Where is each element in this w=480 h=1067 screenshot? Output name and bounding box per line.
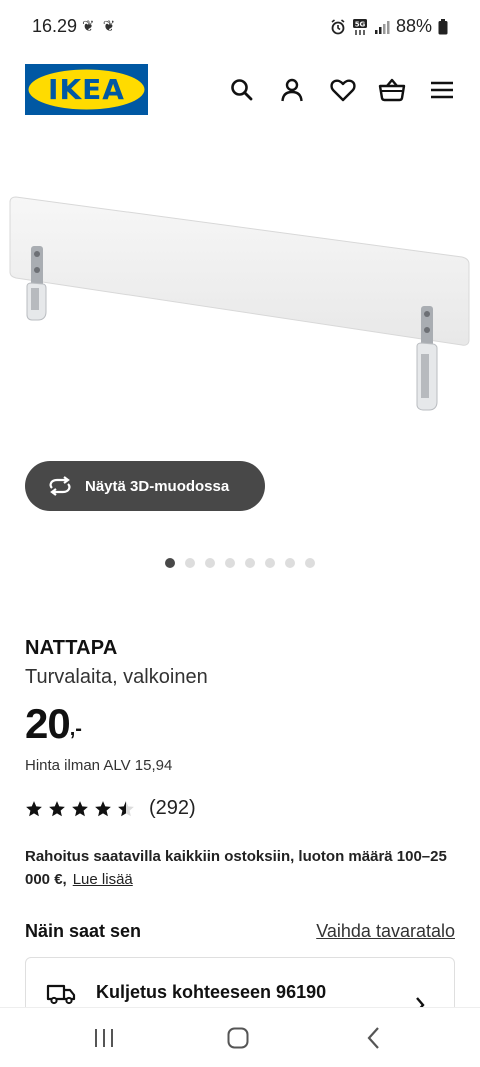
search-icon[interactable] <box>228 76 256 104</box>
system-nav-bar <box>0 1007 480 1067</box>
home-button[interactable] <box>224 1024 252 1052</box>
star-icon <box>26 800 42 816</box>
menu-icon[interactable] <box>428 76 456 104</box>
carousel-dot[interactable] <box>225 558 235 568</box>
basket-icon[interactable] <box>378 76 406 104</box>
signal-icon <box>374 20 390 34</box>
carousel-dot[interactable] <box>265 558 275 568</box>
carousel-dot[interactable] <box>165 558 175 568</box>
notification-icons: ❦ ❦ <box>82 18 118 35</box>
product-description: Turvalaita, valkoinen <box>25 666 208 688</box>
carousel-dots <box>165 558 315 570</box>
battery-icon <box>438 18 448 34</box>
view-3d-label: Näytä 3D-muodossa <box>85 477 230 495</box>
back-icon <box>367 1027 379 1049</box>
status-time: 16.29 <box>32 16 78 36</box>
status-right: 5G 88% <box>330 16 448 37</box>
logo-text: IKEA <box>48 73 125 106</box>
financing-read-more-link[interactable]: Lue lisää <box>73 871 133 888</box>
truck-icon <box>46 984 76 1005</box>
product-image[interactable] <box>0 180 480 420</box>
heart-icon[interactable] <box>329 76 357 104</box>
ikea-logo-graphic: IKEA <box>25 64 148 115</box>
product-photo-guardrail <box>9 196 470 411</box>
svg-text:5G: 5G <box>355 20 366 28</box>
recent-apps-button[interactable] <box>90 1024 118 1052</box>
rating-stars <box>25 800 135 818</box>
carousel-dot[interactable] <box>245 558 255 568</box>
product-name: NATTAPA <box>25 637 118 659</box>
rotate-3d-icon <box>49 476 71 496</box>
product-price: 20 ,- <box>25 700 82 748</box>
view-3d-button[interactable]: Näytä 3D-muodossa <box>25 461 265 511</box>
rating-count: (292) <box>149 797 196 819</box>
carousel-dot[interactable] <box>305 558 315 568</box>
carousel-dot[interactable] <box>285 558 295 568</box>
status-bar: 16.29 ❦ ❦ 5G 88% <box>0 0 480 52</box>
change-store-link[interactable]: Vaihda tavaratalo <box>316 921 455 942</box>
carousel-dot[interactable] <box>205 558 215 568</box>
price-suffix: ,- <box>69 718 82 740</box>
network-5g-icon: 5G <box>352 18 367 35</box>
delivery-option-label: Kuljetus kohteeseen 96190 <box>96 982 327 1002</box>
star-icon <box>72 800 88 816</box>
site-header: IKEA <box>0 64 480 116</box>
star-icon <box>95 800 111 816</box>
price-ex-vat: Hinta ilman ALV 15,94 <box>25 757 173 774</box>
product-rating[interactable]: (292) <box>25 797 196 820</box>
battery-percent: 88% <box>395 16 432 36</box>
recent-apps-icon <box>95 1029 113 1047</box>
alarm-icon <box>331 18 345 34</box>
delivery-section-title: Näin saat sen <box>25 921 142 941</box>
back-button[interactable] <box>360 1024 388 1052</box>
home-icon <box>227 1027 249 1049</box>
ikea-logo[interactable]: IKEA <box>25 64 148 115</box>
financing-info: Rahoitus saatavilla kaikkiin ostoksiin, … <box>25 845 465 891</box>
profile-icon[interactable] <box>278 76 306 104</box>
carousel-dot[interactable] <box>185 558 195 568</box>
star-icon <box>49 800 65 816</box>
price-value: 20 <box>25 700 71 747</box>
star-icon <box>118 800 134 816</box>
